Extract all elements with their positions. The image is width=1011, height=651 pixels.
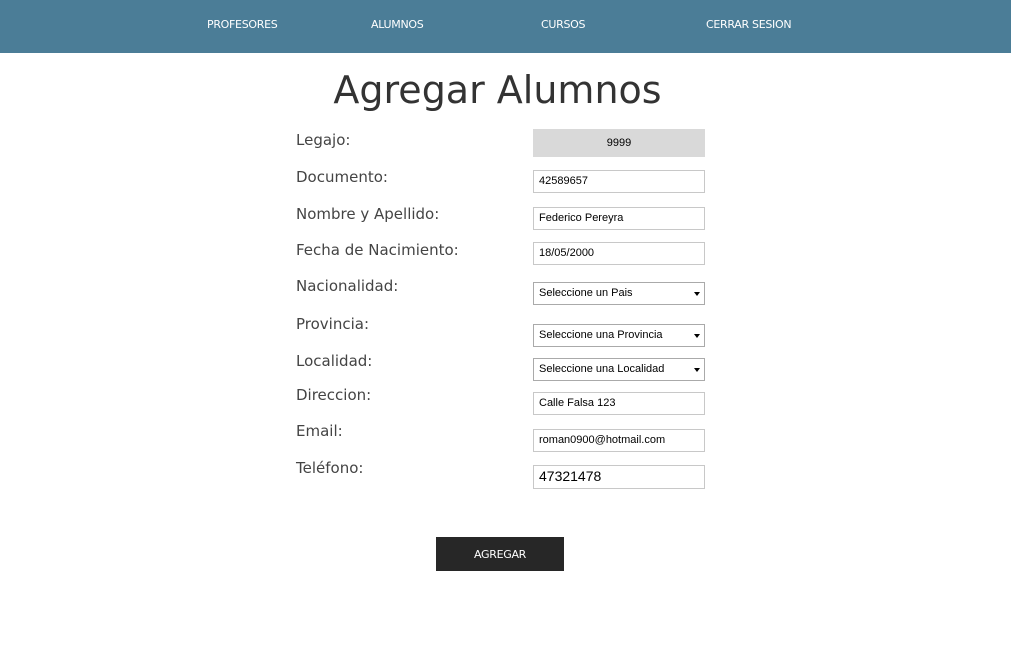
nav-profesores[interactable]: PROFESORES — [207, 18, 278, 31]
telefono-input[interactable]: 47321478 — [533, 465, 705, 489]
dropdown-arrow-icon — [694, 334, 700, 338]
nombre-input[interactable]: Federico Pereyra — [533, 207, 705, 230]
legajo-field: 9999 — [533, 129, 705, 157]
top-nav: PROFESORES ALUMNOS CURSOS CERRAR SESION — [0, 0, 1011, 53]
nombre-label: Nombre y Apellido: — [296, 205, 440, 223]
nav-cerrar-sesion[interactable]: CERRAR SESION — [706, 18, 792, 31]
nacionalidad-value: Seleccione un Pais — [539, 287, 633, 299]
email-input[interactable]: roman0900@hotmail.com — [533, 429, 705, 452]
provincia-value: Seleccione una Provincia — [539, 329, 663, 341]
direccion-label: Direccion: — [296, 386, 372, 404]
nacionalidad-label: Nacionalidad: — [296, 277, 399, 295]
nacionalidad-select[interactable]: Seleccione un Pais — [533, 282, 705, 305]
documento-input[interactable]: 42589657 — [533, 170, 705, 193]
agregar-button[interactable]: AGREGAR — [436, 537, 564, 571]
telefono-label: Teléfono: — [296, 459, 364, 477]
nav-cursos[interactable]: CURSOS — [541, 18, 586, 31]
nav-alumnos[interactable]: ALUMNOS — [371, 18, 424, 31]
email-label: Email: — [296, 422, 343, 440]
localidad-select[interactable]: Seleccione una Localidad — [533, 358, 705, 381]
localidad-label: Localidad: — [296, 352, 373, 370]
fecha-label: Fecha de Nacimiento: — [296, 241, 459, 259]
dropdown-arrow-icon — [694, 292, 700, 296]
page-title: Agregar Alumnos — [333, 68, 662, 112]
legajo-label: Legajo: — [296, 131, 351, 149]
provincia-select[interactable]: Seleccione una Provincia — [533, 324, 705, 347]
provincia-label: Provincia: — [296, 315, 370, 333]
dropdown-arrow-icon — [694, 368, 700, 372]
fecha-input[interactable]: 18/05/2000 — [533, 242, 705, 265]
documento-label: Documento: — [296, 168, 388, 186]
direccion-input[interactable]: Calle Falsa 123 — [533, 392, 705, 415]
localidad-value: Seleccione una Localidad — [539, 363, 665, 375]
